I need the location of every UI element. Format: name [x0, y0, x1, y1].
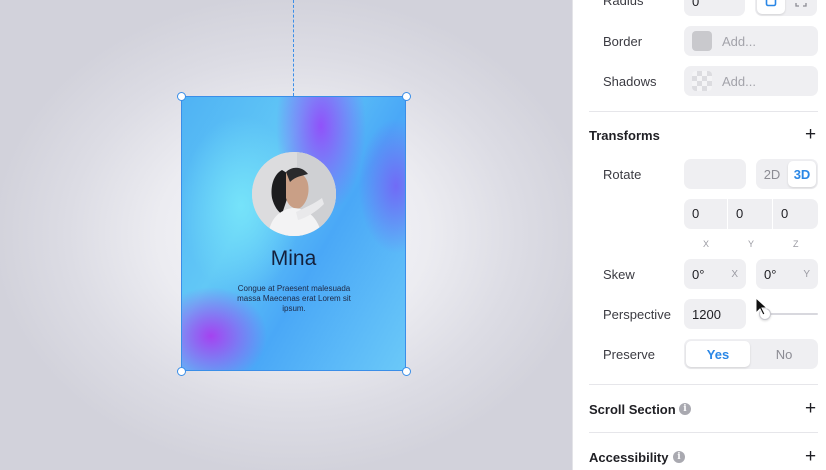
resize-handle-bottom-left[interactable] — [176, 366, 186, 376]
skew-y-value: 0° — [764, 266, 777, 282]
transforms-title: Transforms — [589, 128, 660, 143]
rotate-label: Rotate — [603, 167, 642, 182]
preserve-label: Preserve — [603, 347, 656, 362]
border-swatch — [692, 31, 712, 51]
scroll-section-info-icon[interactable]: i — [679, 403, 691, 415]
accessibility-title: Accessibility — [589, 450, 669, 465]
divider — [589, 111, 818, 112]
border-placeholder: Add... — [722, 33, 756, 49]
rotate-x-input[interactable]: 0 — [692, 206, 699, 221]
divider — [589, 384, 818, 385]
scroll-section-title: Scroll Section — [589, 402, 676, 417]
perspective-slider-track[interactable] — [763, 313, 818, 315]
shadows-label: Shadows — [603, 74, 657, 89]
perspective-input[interactable]: 1200 — [684, 299, 746, 329]
accessibility-info-icon[interactable]: i — [673, 451, 685, 463]
rotate-xyz-group: 0 0 0 — [684, 199, 818, 229]
radius-individual-button[interactable] — [787, 0, 815, 14]
shadows-placeholder: Add... — [722, 73, 756, 89]
rotate-input[interactable] — [684, 159, 746, 189]
shadow-swatch — [692, 71, 712, 91]
field-separator — [727, 199, 728, 229]
preserve-toggle[interactable]: Yes No — [684, 339, 818, 369]
add-transform-plus-icon[interactable]: + — [805, 125, 816, 144]
rotate-2d-button[interactable]: 2D — [758, 161, 786, 187]
skew-x-value: 0° — [692, 266, 705, 282]
rotate-y-input[interactable]: 0 — [736, 206, 743, 221]
skew-y-input[interactable]: 0° Y — [756, 259, 818, 289]
corners-icon — [795, 3, 807, 7]
rotate-mode-toggle[interactable]: 2D 3D — [756, 159, 818, 189]
resize-handle-bottom-right[interactable] — [401, 366, 411, 376]
skew-x-suffix: X — [731, 268, 738, 280]
add-scroll-section-plus-icon[interactable]: + — [805, 399, 816, 418]
preserve-no-button[interactable]: No — [752, 341, 816, 367]
skew-y-suffix: Y — [803, 268, 810, 280]
card-name: Mina — [270, 247, 317, 270]
border-label: Border — [603, 34, 643, 49]
square-icon — [765, 0, 777, 7]
radius-mode-toggle[interactable] — [755, 0, 817, 16]
resize-handle-top-right[interactable] — [401, 91, 411, 101]
skew-x-input[interactable]: 0° X — [684, 259, 746, 289]
axis-x-label: X — [703, 239, 710, 249]
skew-label: Skew — [603, 267, 635, 282]
card-description: Congue at Praesent malesuada massa Maece… — [237, 284, 351, 313]
radius-value: 0 — [692, 0, 700, 9]
axis-z-label: Z — [793, 239, 799, 249]
alignment-guide — [293, 0, 294, 96]
avatar-image — [252, 152, 336, 236]
rotate-3d-button[interactable]: 3D — [788, 161, 816, 187]
rotate-z-input[interactable]: 0 — [781, 206, 788, 221]
properties-panel: Radius 0 Border Add... Shadows Add... Tr… — [572, 0, 826, 470]
field-separator — [772, 199, 773, 229]
radius-label: Radius — [603, 0, 644, 8]
shadows-input[interactable]: Add... — [684, 66, 818, 96]
resize-handle-top-left[interactable] — [176, 91, 186, 101]
perspective-value: 1200 — [692, 306, 721, 322]
radius-uniform-button[interactable] — [757, 0, 785, 14]
border-input[interactable]: Add... — [684, 26, 818, 56]
axis-y-label: Y — [748, 239, 755, 249]
preserve-yes-button[interactable]: Yes — [686, 341, 750, 367]
perspective-label: Perspective — [603, 307, 671, 322]
divider — [589, 432, 818, 433]
canvas[interactable]: Mina Congue at Praesent malesuada massa … — [0, 0, 572, 470]
add-accessibility-plus-icon[interactable]: + — [805, 447, 816, 466]
mouse-cursor-icon — [755, 297, 769, 316]
radius-input[interactable]: 0 — [684, 0, 745, 16]
profile-card-frame[interactable]: Mina Congue at Praesent malesuada massa … — [181, 96, 406, 371]
